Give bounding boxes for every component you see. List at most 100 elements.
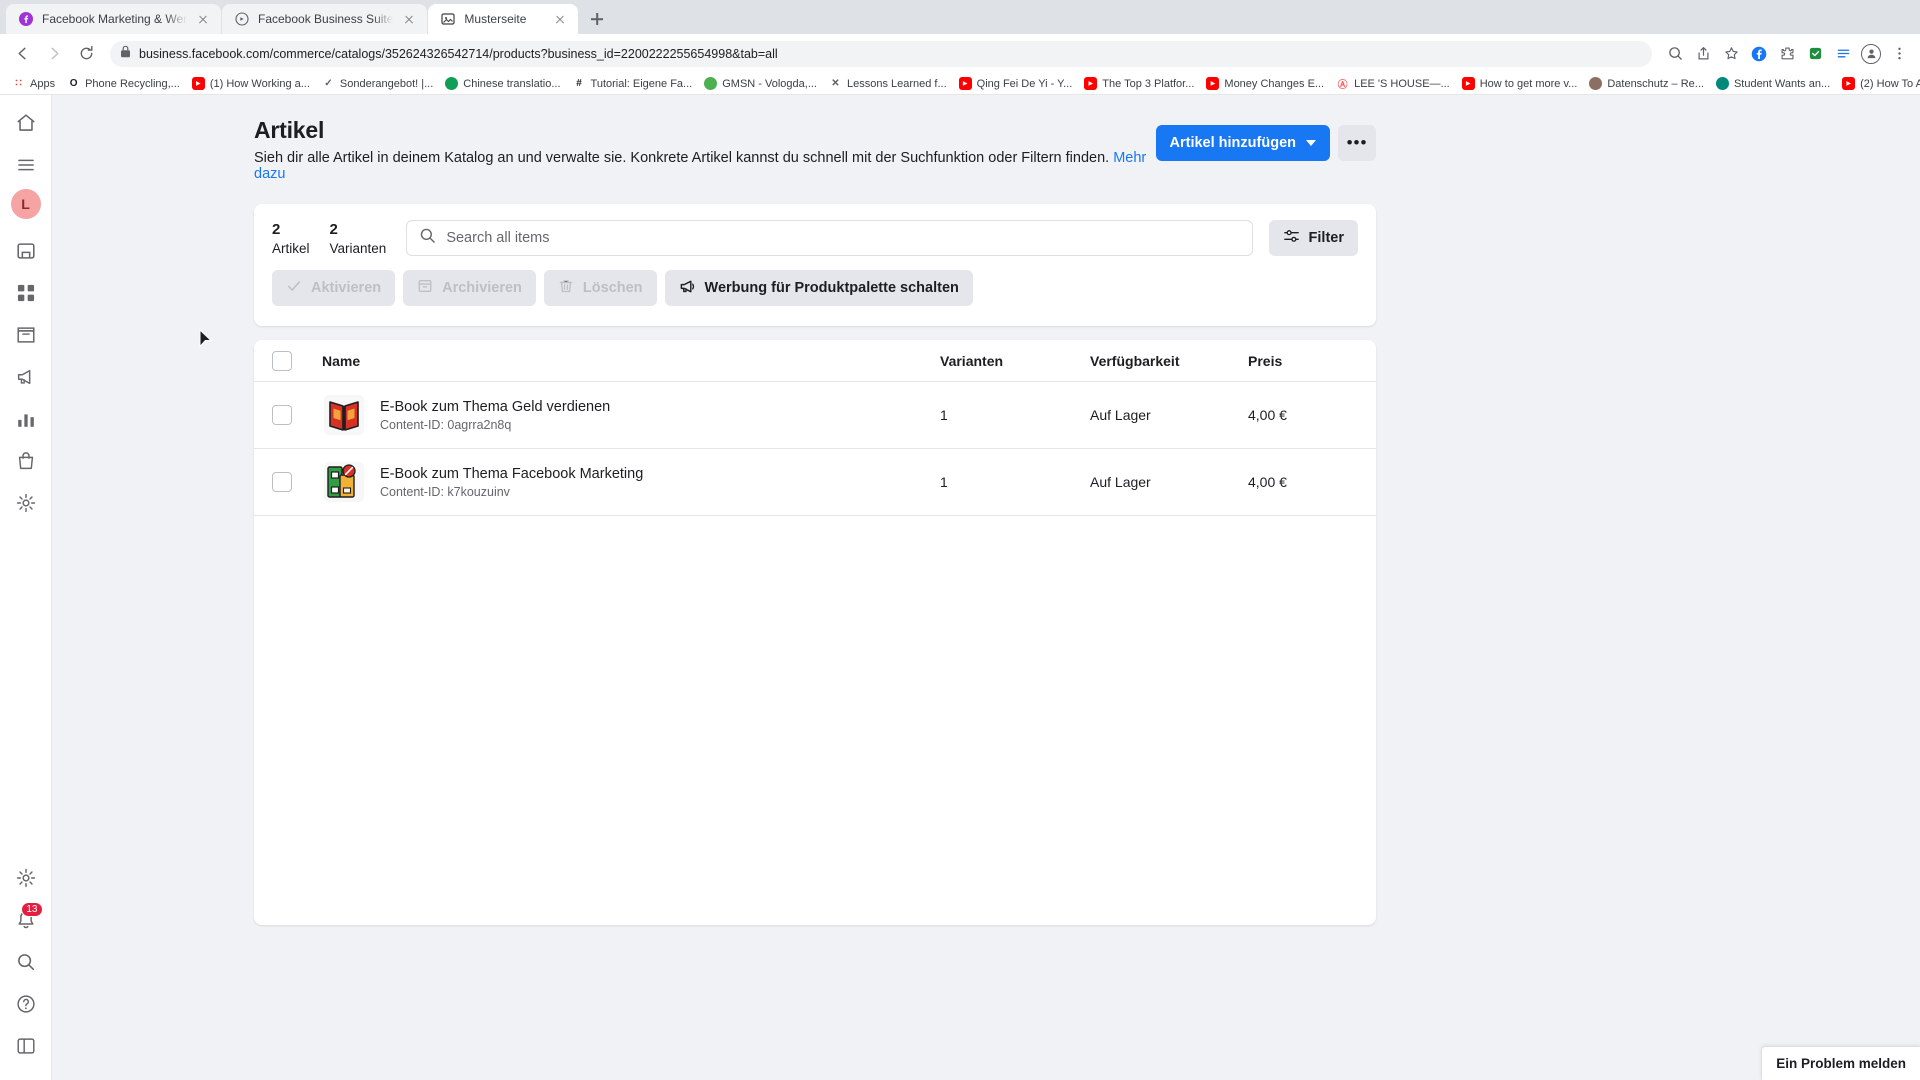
notifications-icon[interactable]: 13	[8, 902, 44, 938]
vk-green-icon	[704, 77, 718, 90]
product-content-id: Content-ID: 0agrra2n8q	[380, 417, 512, 432]
bookmark-label: Datenschutz – Re...	[1607, 77, 1704, 90]
grid-icon[interactable]	[8, 275, 44, 311]
home-logo-icon[interactable]	[8, 105, 44, 141]
apps-grid-icon: ∷	[15, 78, 22, 89]
back-arrow-icon[interactable]	[8, 40, 36, 68]
column-header-price[interactable]: Preis	[1248, 353, 1358, 369]
bookmark-item[interactable]: ▶ The Top 3 Platfor...	[1078, 75, 1200, 92]
photo-icon	[1589, 77, 1603, 90]
avatar[interactable]: L	[10, 189, 41, 219]
bookmark-item[interactable]: Chinese translatio...	[439, 75, 566, 92]
bookmark-item[interactable]: ▶ Money Changes E...	[1200, 75, 1330, 92]
row-checkbox[interactable]	[272, 472, 292, 492]
archive-icon	[417, 278, 433, 298]
archive-button[interactable]: Archivieren	[403, 270, 536, 306]
bookmark-label: The Top 3 Platfor...	[1102, 77, 1195, 90]
bookmark-item[interactable]: ▶ How to get more v...	[1456, 75, 1584, 92]
youtube-icon: ▶	[1084, 77, 1098, 90]
megaphone-icon[interactable]	[8, 359, 44, 395]
bookmark-item[interactable]: ✓ Sonderangebot! |...	[316, 75, 439, 92]
close-icon[interactable]	[401, 11, 417, 27]
search-icon	[419, 227, 436, 249]
page-subtitle: Sieh dir alle Artikel in deinem Katalog …	[254, 150, 1156, 182]
bookmark-item[interactable]: ▶ Qing Fei De Yi - Y...	[953, 75, 1079, 92]
bulk-actions-row: Aktivieren Archivieren Löschen Werbung f…	[254, 270, 1376, 326]
stat-variants-label: Varianten	[329, 240, 387, 256]
bookmark-item[interactable]: ▶ (2) How To Add A...	[1836, 75, 1920, 92]
add-item-button[interactable]: Artikel hinzufügen	[1155, 125, 1330, 161]
trash-icon	[558, 278, 574, 298]
teal-circle-icon	[1715, 77, 1729, 90]
hash-icon: #	[576, 78, 582, 89]
new-tab-button[interactable]	[583, 5, 611, 33]
insights-icon[interactable]	[8, 401, 44, 437]
rail-bottom-group: 13	[8, 860, 44, 1080]
search-icon[interactable]	[8, 944, 44, 980]
chrome-menu-icon[interactable]	[1886, 41, 1912, 67]
column-header-name[interactable]: Name	[322, 353, 940, 369]
profile-avatar-icon[interactable]	[1858, 41, 1884, 67]
close-icon[interactable]	[195, 11, 211, 27]
more-options-button[interactable]: •••	[1338, 125, 1376, 161]
bookmark-item[interactable]: # Tutorial: Eigene Fa...	[567, 75, 699, 92]
bookmark-item[interactable]: Ⓐ LEE 'S HOUSE—...	[1330, 75, 1456, 92]
browser-tab-1[interactable]: Facebook Marketing & Werbea	[6, 4, 221, 34]
column-header-availability[interactable]: Verfügbarkeit	[1090, 353, 1248, 369]
share-icon[interactable]	[1690, 41, 1716, 67]
promote-catalog-button[interactable]: Werbung für Produktpalette schalten	[664, 270, 973, 306]
items-table: Name Varianten Verfügbarkeit Preis E-Boo…	[254, 340, 1376, 925]
toolbar-card: 2 Artikel 2 Varianten Search all items F…	[254, 204, 1376, 326]
list-icon[interactable]	[1830, 41, 1856, 67]
delete-button[interactable]: Löschen	[543, 270, 657, 306]
bookmark-item[interactable]: ▶ (1) How Working a...	[186, 75, 316, 92]
reload-icon[interactable]	[72, 40, 100, 68]
browser-tab-3[interactable]: Musterseite	[428, 4, 579, 34]
select-all-checkbox[interactable]	[272, 350, 292, 371]
settings-icon[interactable]	[8, 485, 44, 521]
bookmark-item[interactable]: O Phone Recycling,...	[61, 75, 186, 92]
star-icon[interactable]	[1718, 41, 1744, 67]
facebook-purple-icon	[18, 11, 34, 27]
column-header-variants[interactable]: Varianten	[940, 353, 1090, 369]
shield-check-icon: ✓	[324, 78, 333, 89]
puzzle-icon[interactable]	[1774, 41, 1800, 67]
product-content-id: Content-ID: k7kouzuinv	[380, 484, 510, 499]
table-row[interactable]: E-Book zum Thema Geld verdienen Content-…	[254, 382, 1376, 449]
bookmark-item[interactable]: ✕ Lessons Learned f...	[823, 75, 953, 92]
home-icon[interactable]	[8, 233, 44, 269]
gear-icon[interactable]	[8, 860, 44, 896]
filter-label: Filter	[1308, 230, 1344, 246]
shop-icon[interactable]	[8, 317, 44, 353]
bookmark-item[interactable]: GMSN - Vologda,...	[698, 75, 823, 92]
bookmark-item[interactable]: Student Wants an...	[1710, 75, 1836, 92]
report-problem-button[interactable]: Ein Problem melden	[1761, 1046, 1920, 1080]
bookmark-label: Lessons Learned f...	[846, 77, 947, 90]
search-input[interactable]: Search all items	[406, 220, 1253, 256]
filter-button[interactable]: Filter	[1268, 220, 1358, 256]
collapse-icon[interactable]	[8, 1028, 44, 1064]
forward-arrow-icon[interactable]	[40, 40, 68, 68]
close-icon[interactable]	[552, 11, 568, 27]
row-checkbox[interactable]	[272, 405, 292, 425]
activate-button[interactable]: Aktivieren	[272, 270, 396, 306]
menu-icon[interactable]	[8, 147, 44, 183]
bookmark-item[interactable]: ∷ Apps	[6, 75, 61, 92]
filter-icon	[1283, 228, 1300, 249]
browser-tab-2[interactable]: Facebook Business Suite	[222, 4, 428, 34]
green-yellow-books-icon	[322, 460, 366, 504]
bookmark-label: Qing Fei De Yi - Y...	[976, 77, 1073, 90]
bookmark-label: How to get more v...	[1479, 77, 1578, 90]
mouse-cursor	[199, 329, 213, 348]
extension-icon[interactable]	[1802, 41, 1828, 67]
url-bar[interactable]: business.facebook.com/commerce/catalogs/…	[110, 40, 1652, 67]
commerce-icon[interactable]	[8, 443, 44, 479]
zoom-icon[interactable]	[1662, 41, 1688, 67]
table-row[interactable]: E-Book zum Thema Facebook Marketing Cont…	[254, 449, 1376, 516]
main-content: Artikel Sieh dir alle Artikel in deinem …	[52, 95, 1920, 1080]
bookmark-item[interactable]: Datenschutz – Re...	[1583, 75, 1710, 92]
product-name: E-Book zum Thema Facebook Marketing	[380, 465, 644, 482]
formula-icon: ✕	[831, 78, 840, 89]
help-icon[interactable]	[8, 986, 44, 1022]
facebook-icon[interactable]	[1746, 41, 1772, 67]
